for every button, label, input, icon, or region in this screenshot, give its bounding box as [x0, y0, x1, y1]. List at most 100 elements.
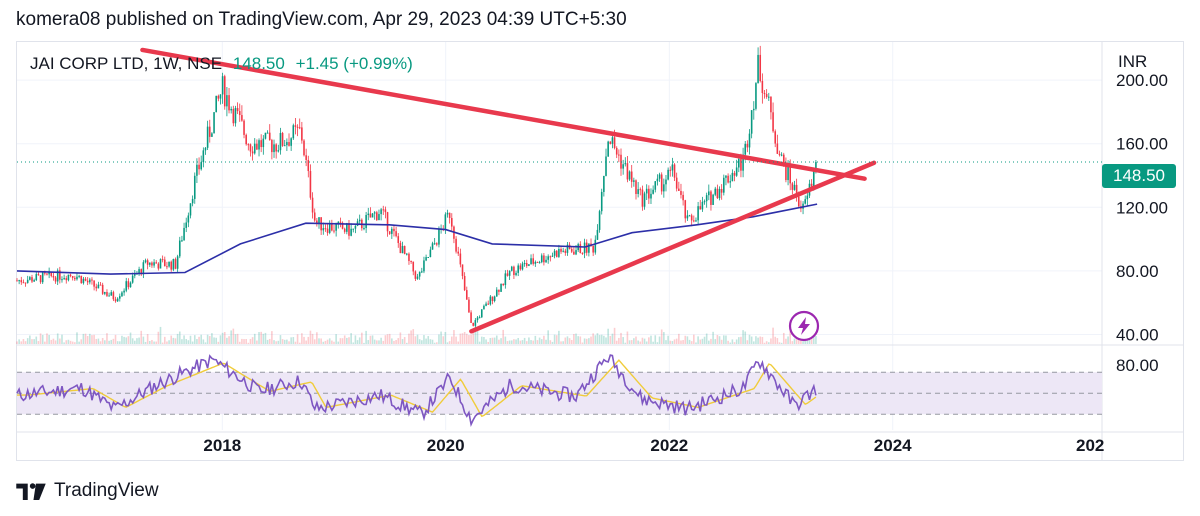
candle-body: [273, 144, 275, 153]
volume-bar: [765, 341, 768, 344]
volume-bar: [579, 336, 582, 344]
candle-body: [690, 215, 693, 221]
volume-bar: [119, 341, 121, 344]
price-tick-label: 120.00: [1116, 198, 1168, 217]
candle-body: [200, 162, 202, 170]
volume-bar: [774, 336, 777, 344]
candle-body: [669, 169, 672, 171]
volume-bar: [80, 339, 83, 344]
volume-bar: [793, 338, 796, 344]
volume-bar: [236, 333, 239, 344]
chart-canvas[interactable]: 40.0080.00120.00160.00200.0080.00 2018 20…: [0, 0, 1200, 516]
candle-body: [146, 260, 149, 265]
candle-body: [671, 164, 674, 171]
candle-body: [763, 93, 766, 95]
candle-body: [654, 181, 657, 190]
volume-bar: [298, 342, 301, 344]
rsi-band: [17, 371, 1102, 415]
volume-bar: [663, 332, 665, 344]
time-axis[interactable]: 2018 2020 2022 2024 202: [203, 436, 1104, 455]
candle-body: [202, 150, 205, 163]
volume-bar: [37, 341, 40, 344]
volume-bar: [326, 339, 329, 344]
candle-body: [228, 95, 230, 111]
candle-body: [63, 278, 65, 280]
volume-bar: [331, 340, 333, 344]
candle-body: [476, 317, 479, 321]
volume-bar: [658, 336, 661, 344]
symbol-title: JAI CORP LTD, 1W, NSE: [30, 54, 223, 73]
volume-bar: [508, 340, 511, 344]
candle-body: [170, 261, 173, 270]
volume-bar: [371, 335, 374, 344]
trendline: [469, 160, 877, 334]
candle-body: [54, 277, 57, 282]
price-axis[interactable]: 40.0080.00120.00160.00200.0080.00: [1116, 71, 1168, 375]
candle-body: [429, 249, 432, 258]
volume-bar: [442, 336, 445, 344]
volume-bar: [16, 341, 18, 344]
volume-bar: [46, 333, 48, 344]
candle-body: [622, 164, 624, 169]
candle-body: [545, 259, 547, 263]
volume-bar: [376, 340, 378, 344]
candle-body: [472, 322, 475, 326]
volume-bar: [292, 337, 295, 344]
lightning-icon[interactable]: [788, 310, 820, 342]
volume-bar: [215, 337, 217, 344]
candle-body: [380, 209, 382, 215]
volume-bar: [397, 338, 400, 344]
candle-body: [365, 215, 367, 229]
candle-body: [558, 248, 560, 257]
volume-bar: [264, 332, 267, 344]
volume-bar: [361, 332, 363, 344]
volume-bar: [223, 332, 226, 344]
volume-bar: [380, 337, 382, 344]
volume-bar: [553, 334, 556, 344]
candle-body: [223, 76, 226, 107]
volume-bar: [483, 337, 485, 344]
volume-bar: [146, 334, 149, 344]
candle-body: [603, 175, 605, 192]
candle-body: [159, 259, 162, 269]
candle-body: [399, 243, 402, 254]
volume-bar: [123, 336, 125, 344]
candle-body: [720, 188, 723, 193]
volume-bar: [720, 339, 723, 344]
candle-body: [403, 246, 406, 255]
volume-bar: [740, 336, 742, 344]
volume-bar: [759, 336, 762, 344]
volume-bar: [140, 330, 143, 344]
candle-body: [530, 258, 532, 265]
candle-body: [157, 263, 160, 269]
volume-bar: [410, 330, 412, 344]
volume-bar: [453, 330, 455, 344]
volume-bar: [703, 336, 706, 344]
volume-bar: [369, 335, 372, 344]
volume-bar: [316, 332, 318, 344]
candle-body: [474, 320, 477, 326]
candle-body: [523, 263, 526, 265]
candle-body: [97, 284, 100, 289]
volume-bar: [401, 339, 404, 344]
candle-body: [292, 125, 295, 139]
volume-bar: [170, 335, 173, 344]
candle-body: [495, 289, 498, 297]
volume-bar: [504, 336, 507, 344]
symbol-legend[interactable]: JAI CORP LTD, 1W, NSE 148.50 +1.45 (+0.9…: [30, 52, 413, 76]
volume-bar: [416, 334, 419, 344]
candle-body: [508, 270, 511, 276]
candle-body: [181, 240, 183, 242]
candle-body: [213, 112, 215, 134]
volume-bar: [581, 342, 584, 344]
candle-body: [776, 143, 779, 154]
volume-bar: [450, 336, 453, 344]
candle-body: [371, 213, 374, 218]
candle-body: [211, 133, 213, 137]
footer-brand[interactable]: TradingView: [16, 478, 159, 504]
volume-bar: [573, 334, 575, 344]
volume-bar: [67, 339, 70, 344]
candle-body: [780, 154, 783, 156]
candle-body: [39, 275, 42, 283]
candle-body: [20, 280, 23, 283]
